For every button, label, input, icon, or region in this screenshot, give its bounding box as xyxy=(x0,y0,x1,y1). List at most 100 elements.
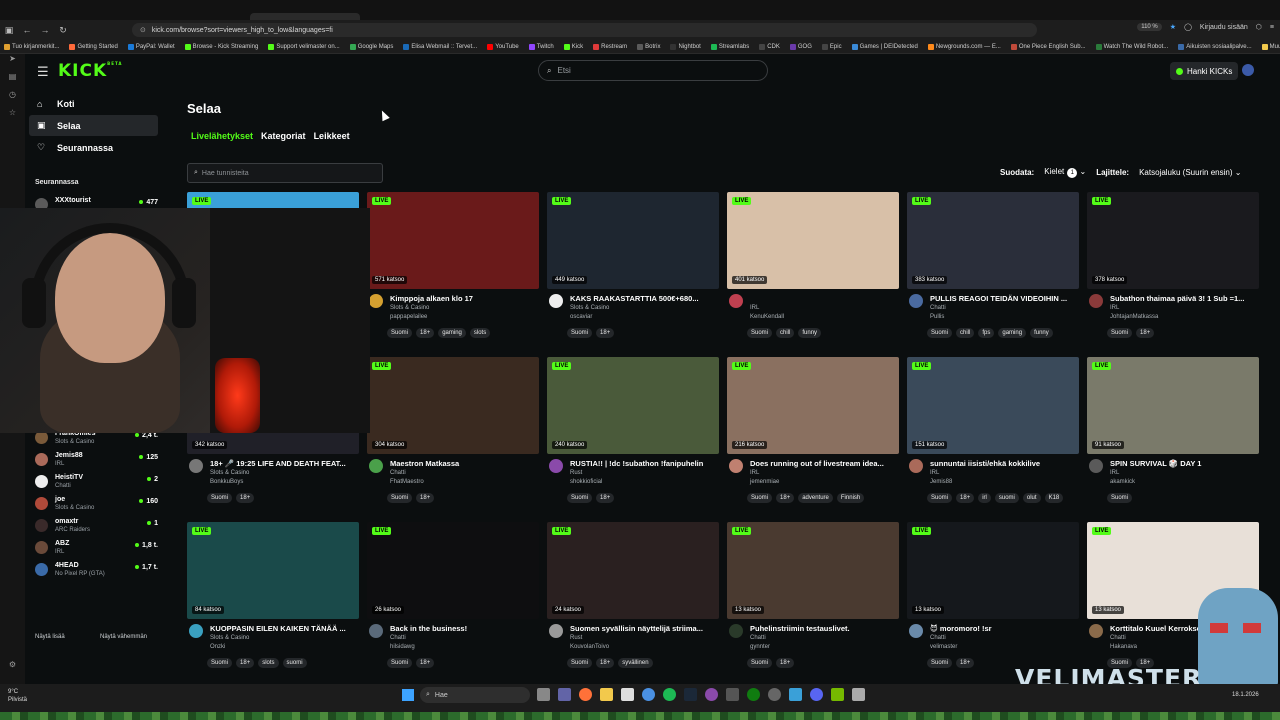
stream-tag[interactable]: slots xyxy=(258,658,279,668)
stream-card[interactable]: LIVE 24 katsoo Suomen syvällisin näyttelij… xyxy=(547,522,719,682)
stream-title[interactable]: Suomen syvällisin näyttelijä striima... xyxy=(570,624,720,633)
stream-tag[interactable]: Suomi xyxy=(747,328,773,338)
stream-title[interactable]: sunnuntai iisisti/ehkä kokkilive xyxy=(930,459,1080,468)
tag-search-input[interactable]: ⌕ Hae tunnisteita xyxy=(187,163,383,183)
show-more-link[interactable]: Näytä lisää xyxy=(35,634,65,640)
tab-clips[interactable]: Leikkeet xyxy=(314,131,350,141)
bookmark-item[interactable]: One Piece English Sub... xyxy=(1010,43,1086,50)
streamer-avatar[interactable] xyxy=(909,294,923,308)
streamer-avatar[interactable] xyxy=(369,624,383,638)
xbox-icon[interactable] xyxy=(747,688,760,701)
account-icon[interactable]: ◯ xyxy=(1184,23,1192,31)
firefox-icon[interactable] xyxy=(579,688,592,701)
streamer-avatar[interactable] xyxy=(729,624,743,638)
flow-icon[interactable]: ➤ xyxy=(0,54,25,72)
stream-tag[interactable]: chill xyxy=(776,328,795,338)
nvidia-icon[interactable] xyxy=(831,688,844,701)
stream-thumbnail[interactable]: LIVE 216 katsoo xyxy=(727,357,899,454)
stream-category[interactable]: Rust xyxy=(570,470,582,476)
stream-streamer[interactable]: oscaviar xyxy=(570,314,592,320)
stream-title[interactable]: Maestron Matkassa xyxy=(390,459,540,468)
bookmark-item[interactable]: Browse - Kick Streaming xyxy=(184,43,258,50)
stream-tag[interactable]: Suomi xyxy=(747,493,773,503)
stream-streamer[interactable]: Hakanava xyxy=(1110,644,1137,650)
bookmark-icon[interactable]: ☆ xyxy=(0,108,25,126)
stream-category[interactable]: IRL xyxy=(930,470,939,476)
reload-icon[interactable]: ↻ xyxy=(54,25,72,36)
stream-title[interactable]: KAKS RAAKASTARTTIA 500€+680... xyxy=(570,294,720,303)
stream-card[interactable]: LIVE 401 katsoo IRL KenuKendall Suomi chill fu… xyxy=(727,192,899,352)
languages-dropdown[interactable]: Kielet 1 ⌄ xyxy=(1044,167,1086,178)
stream-tag[interactable]: 18+ xyxy=(416,493,435,503)
stream-category[interactable]: Chatti xyxy=(750,635,766,641)
stream-streamer[interactable]: Pullis xyxy=(930,314,944,320)
stream-tag[interactable]: adventure xyxy=(798,493,833,503)
stream-tag[interactable]: suomi xyxy=(994,493,1019,503)
stream-category[interactable]: IRL xyxy=(750,305,759,311)
stream-tag[interactable]: Suomi xyxy=(927,328,953,338)
stream-tag[interactable]: olut xyxy=(1022,493,1041,503)
stream-card[interactable]: LIVE 26 katsoo Back in the business! Chatti… xyxy=(367,522,539,682)
stream-card[interactable]: LIVE 571 katsoo Kimppoja alkaen klo 17 Slot… xyxy=(367,192,539,352)
bookmark-item[interactable]: Twitch xyxy=(528,43,554,50)
stream-thumbnail[interactable]: LIVE 449 katsoo xyxy=(547,192,719,289)
stream-category[interactable]: Rust xyxy=(570,635,582,641)
sort-dropdown[interactable]: Katsojaluku (Suurin ensin) ⌄ xyxy=(1139,168,1241,177)
bookmark-item[interactable]: Kick xyxy=(563,43,583,50)
kick-logo[interactable]: KICKBETA xyxy=(58,61,122,81)
user-avatar[interactable] xyxy=(1242,64,1254,76)
stream-tag[interactable]: syvällinen xyxy=(618,658,653,668)
stream-card[interactable]: LIVE 13 katsoo 😈 moromoro! !sr Chatti velima… xyxy=(907,522,1079,682)
stream-tag[interactable]: irl xyxy=(978,493,991,503)
stream-title[interactable]: Kimppoja alkaen klo 17 xyxy=(390,294,540,303)
stream-card[interactable]: LIVE 383 katsoo PULLIS REAGOI TEIDÄN VIDEO… xyxy=(907,192,1079,352)
bookmark-item[interactable]: Support velimaster on... xyxy=(268,43,340,50)
stream-tag[interactable]: 18+ xyxy=(236,658,255,668)
stream-title[interactable]: RUSTIA!! | !dc !subathon !fanipuhelin xyxy=(570,459,720,468)
stream-tag[interactable]: 18+ xyxy=(1136,328,1155,338)
stream-title[interactable]: Back in the business! xyxy=(390,624,540,633)
stream-tag[interactable]: 18+ xyxy=(596,328,615,338)
stream-tag[interactable]: Suomi xyxy=(387,658,413,668)
stream-card[interactable]: LIVE 378 katsoo Subathon thaimaa päivä 3! … xyxy=(1087,192,1259,352)
stream-tag[interactable]: Suomi xyxy=(747,658,773,668)
bookmark-item[interactable]: Getting Started xyxy=(69,43,118,50)
extensions-icon[interactable]: ⬡ xyxy=(1256,23,1262,31)
stream-thumbnail[interactable]: LIVE 378 katsoo xyxy=(1087,192,1259,289)
stream-thumbnail[interactable]: LIVE 383 katsoo xyxy=(907,192,1079,289)
site-info-icon[interactable]: ⊙ xyxy=(140,26,146,34)
stream-streamer[interactable]: Jemis88 xyxy=(930,479,952,485)
streamer-avatar[interactable] xyxy=(549,624,563,638)
stream-category[interactable]: Chatti xyxy=(930,635,946,641)
sidebar-toggle-icon[interactable]: ▣ xyxy=(0,25,18,36)
stream-streamer[interactable]: velimaster xyxy=(930,644,957,650)
bookmark-item[interactable]: Aikuisten sosiaalipalve... xyxy=(1178,43,1252,50)
stream-category[interactable]: Slots & Casino xyxy=(570,305,609,311)
get-kicks-button[interactable]: Hanki KICKs xyxy=(1170,62,1239,80)
stream-tag[interactable]: 18+ xyxy=(416,658,435,668)
streamer-avatar[interactable] xyxy=(189,459,203,473)
stream-tag[interactable]: Suomi xyxy=(387,493,413,503)
chrome-icon[interactable] xyxy=(642,688,655,701)
bookmark-item[interactable]: Epic xyxy=(821,43,842,50)
streamer-avatar[interactable] xyxy=(549,459,563,473)
stream-tag[interactable]: Finnish xyxy=(836,493,865,503)
stream-tag[interactable]: 18+ xyxy=(236,493,255,503)
obs-icon[interactable] xyxy=(705,688,718,701)
stream-title[interactable]: KUOPPASIN EILEN KAIKEN TÄNÄÄ ... xyxy=(210,624,360,633)
stream-card[interactable]: LIVE 13 katsoo Puhelinstriimin testauslive… xyxy=(727,522,899,682)
browser-tab-active[interactable] xyxy=(250,13,360,20)
stream-tag[interactable]: Suomi xyxy=(207,658,233,668)
stream-tag[interactable]: 18+ xyxy=(956,658,975,668)
bookmark-item[interactable]: Watch The Wild Robot... xyxy=(1095,43,1168,50)
bookmark-item[interactable]: Restream xyxy=(593,43,627,50)
zoom-indicator[interactable]: 110 % xyxy=(1137,23,1162,31)
stream-thumbnail[interactable]: LIVE 26 katsoo xyxy=(367,522,539,619)
stream-tag[interactable]: Suomi xyxy=(207,493,233,503)
stream-title[interactable]: Puhelinstriimin testauslivet. xyxy=(750,624,900,633)
following-item[interactable]: 4HEAD No Pixel RP (GTA) 1,7 t. xyxy=(33,560,158,580)
streamer-avatar[interactable] xyxy=(909,624,923,638)
stream-tag[interactable]: 18+ xyxy=(596,658,615,668)
streamer-avatar[interactable] xyxy=(369,459,383,473)
stream-streamer[interactable]: KenuKendall xyxy=(750,314,784,320)
